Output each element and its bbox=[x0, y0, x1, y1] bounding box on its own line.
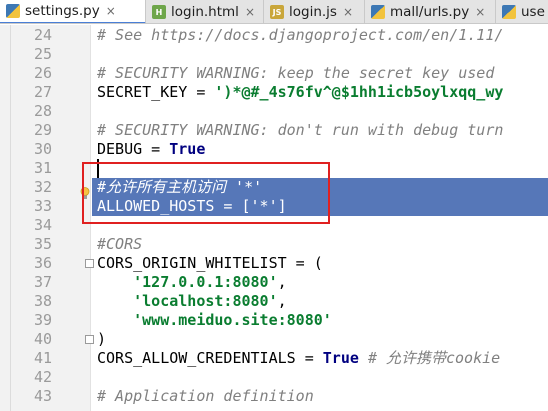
code-token: # SECURITY WARNING: keep the secret key … bbox=[97, 64, 495, 82]
js-file-icon: JS bbox=[270, 5, 284, 19]
code-token: 'localhost:8080' bbox=[133, 292, 278, 310]
code-token: True bbox=[322, 349, 359, 367]
code-line[interactable]: CORS_ALLOW_CREDENTIALS = True # 允许携带cook… bbox=[92, 349, 548, 368]
code-token: #允许所有主机访问 '*' bbox=[97, 178, 263, 196]
code-line[interactable]: DEBUG = True bbox=[92, 140, 548, 159]
html-file-icon: H bbox=[152, 5, 166, 19]
line-number: 39 bbox=[33, 311, 52, 329]
line-number: 32 bbox=[33, 178, 52, 196]
code-line[interactable]: #允许所有主机访问 '*' bbox=[92, 178, 548, 197]
close-tab-icon[interactable]: × bbox=[475, 5, 485, 19]
line-number: 41 bbox=[33, 349, 52, 367]
code-line[interactable]: # Application definition bbox=[92, 387, 548, 406]
code-token: # Application definition bbox=[97, 387, 314, 405]
code-token: # SECURITY WARNING: don't run with debug… bbox=[97, 121, 504, 139]
code-line[interactable]: ALLOWED_HOSTS = ['*'] bbox=[92, 197, 548, 216]
python-file-icon bbox=[6, 4, 20, 18]
code-token: # 允许携带cookie bbox=[367, 349, 501, 367]
tab-2[interactable]: JS login.js × bbox=[264, 0, 365, 23]
code-token: # See https://docs.djangoproject.com/en/… bbox=[97, 26, 504, 44]
line-number: 24 bbox=[33, 26, 52, 44]
python-file-icon bbox=[502, 5, 516, 19]
tab-label: mall/urls.py bbox=[390, 4, 470, 20]
code-line[interactable]: 'www.meiduo.site:8080' bbox=[92, 311, 548, 330]
code-token: ')*@#_4s76fv^@$1hh1icb5oylxqq_wy bbox=[214, 83, 504, 101]
code-token: True bbox=[169, 140, 206, 158]
lightbulb-icon[interactable] bbox=[80, 187, 90, 200]
text-cursor bbox=[97, 159, 99, 178]
code-line[interactable]: # See https://docs.djangoproject.com/en/… bbox=[92, 26, 548, 45]
line-number: 35 bbox=[33, 235, 52, 253]
code-line[interactable] bbox=[92, 102, 548, 121]
line-number: 26 bbox=[33, 64, 52, 82]
tab-label: use bbox=[521, 4, 545, 20]
tab-label: login.js bbox=[289, 4, 337, 20]
line-number: 38 bbox=[33, 292, 52, 310]
code-line[interactable]: CORS_ORIGIN_WHITELIST = ( bbox=[92, 254, 548, 273]
code-editor[interactable]: # See https://docs.djangoproject.com/en/… bbox=[92, 25, 548, 411]
line-number: 42 bbox=[33, 368, 52, 386]
code-line[interactable] bbox=[92, 368, 548, 387]
tab-3[interactable]: mall/urls.py × bbox=[365, 0, 496, 23]
code-token: , bbox=[277, 273, 287, 291]
code-token: ) bbox=[97, 330, 107, 348]
code-token: CORS_ALLOW_CREDENTIALS = bbox=[97, 349, 323, 367]
code-token: ALLOWED_HOSTS = ['*'] bbox=[97, 197, 287, 215]
line-number: 30 bbox=[33, 140, 52, 158]
tab-1[interactable]: Hlogin.html × bbox=[146, 0, 264, 23]
code-token: DEBUG = bbox=[97, 140, 170, 158]
code-line[interactable] bbox=[92, 45, 548, 64]
line-number: 40 bbox=[33, 330, 52, 348]
code-line[interactable]: '127.0.0.1:8080', bbox=[92, 273, 548, 292]
tab-label: settings.py bbox=[25, 3, 100, 19]
code-line[interactable]: # SECURITY WARNING: don't run with debug… bbox=[92, 121, 548, 140]
python-file-icon bbox=[371, 5, 385, 19]
code-token: 'www.meiduo.site:8080' bbox=[133, 311, 332, 329]
code-line[interactable] bbox=[92, 216, 548, 235]
line-number: 37 bbox=[33, 273, 52, 291]
tab-4[interactable]: use bbox=[496, 0, 548, 23]
line-number: 31 bbox=[33, 159, 52, 177]
code-token: , bbox=[277, 292, 287, 310]
line-number-gutter: 24 25 26 27 28 29 30 31 32 33 34 35 36 37 38 39 40 41 42 43 bbox=[0, 25, 94, 411]
close-tab-icon[interactable]: × bbox=[343, 5, 353, 19]
line-number: 29 bbox=[33, 121, 52, 139]
code-line[interactable]: ) bbox=[92, 330, 548, 349]
code-token: '127.0.0.1:8080' bbox=[133, 273, 278, 291]
close-tab-icon[interactable]: × bbox=[106, 4, 116, 18]
line-number: 28 bbox=[33, 102, 52, 120]
code-line[interactable] bbox=[92, 159, 548, 178]
code-line[interactable]: 'localhost:8080', bbox=[92, 292, 548, 311]
line-number: 33 bbox=[33, 197, 52, 215]
code-line[interactable]: # SECURITY WARNING: keep the secret key … bbox=[92, 64, 548, 83]
code-token: SECRET_KEY = bbox=[97, 83, 215, 101]
line-number: 34 bbox=[33, 216, 52, 234]
gutter-divider bbox=[10, 25, 11, 411]
line-number: 27 bbox=[33, 83, 52, 101]
line-number: 36 bbox=[33, 254, 52, 272]
code-line[interactable]: SECRET_KEY = ')*@#_4s76fv^@$1hh1icb5oylx… bbox=[92, 83, 548, 102]
editor-tab-bar: settings.py × Hlogin.html × JS login.js × mall/… bbox=[0, 0, 548, 24]
close-tab-icon[interactable]: × bbox=[245, 5, 255, 19]
tab-0[interactable]: settings.py × bbox=[0, 0, 146, 23]
code-line[interactable]: #CORS bbox=[92, 235, 548, 254]
line-number: 43 bbox=[33, 387, 52, 405]
line-number: 25 bbox=[33, 45, 52, 63]
code-token: CORS_ORIGIN_WHITELIST = ( bbox=[97, 254, 323, 272]
code-token: #CORS bbox=[97, 235, 143, 253]
tab-label: login.html bbox=[171, 4, 239, 20]
